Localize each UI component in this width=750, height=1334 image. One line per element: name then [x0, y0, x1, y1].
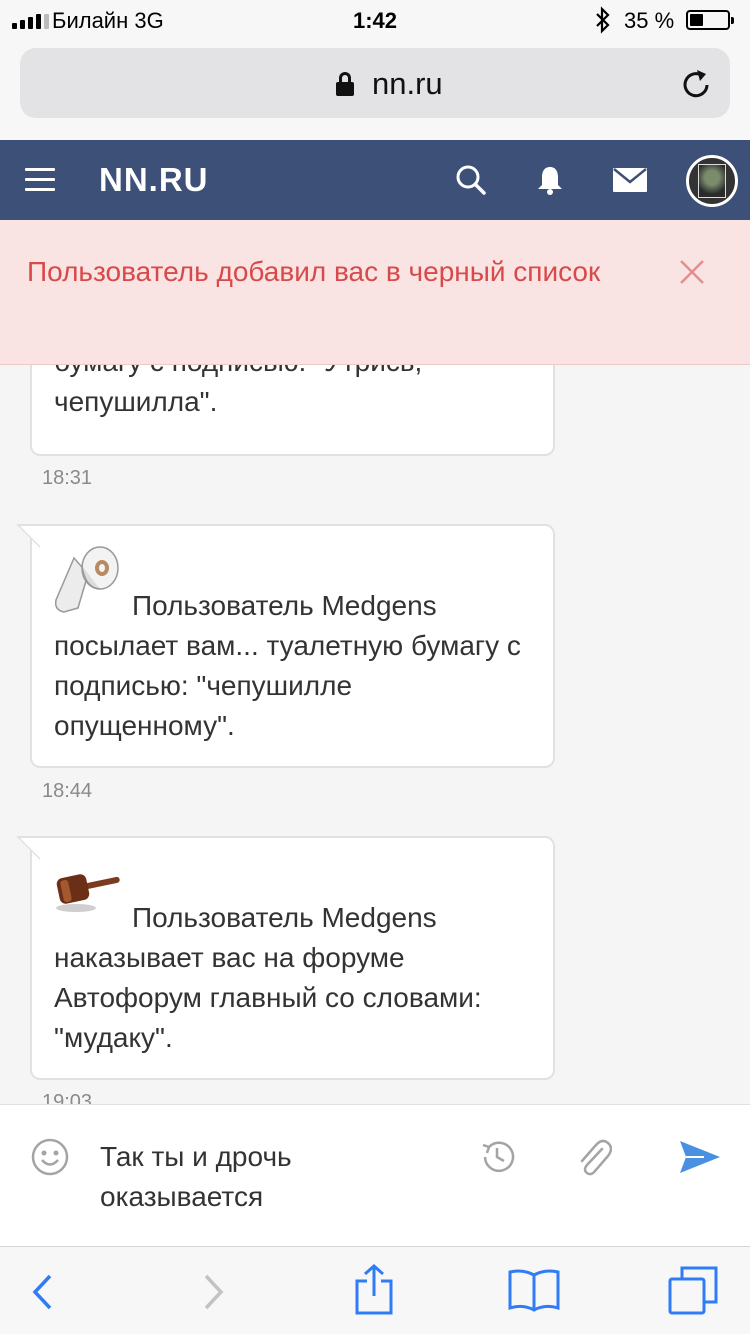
compose-bar: Так ты и дрочь оказывается [0, 1104, 750, 1246]
mail-icon[interactable] [612, 166, 648, 194]
lock-icon [336, 72, 354, 96]
bluetooth-icon [596, 6, 610, 34]
reload-icon[interactable] [680, 68, 714, 102]
forward-icon[interactable] [200, 1273, 226, 1311]
back-icon[interactable] [30, 1273, 56, 1311]
browser-toolbar [0, 1246, 750, 1334]
notice-text: Пользователь добавил вас в черный список [27, 256, 601, 287]
message-time: 19:03 [42, 1091, 93, 1104]
bookmarks-icon[interactable] [507, 1267, 561, 1313]
history-icon[interactable] [477, 1137, 517, 1177]
address-bar[interactable]: nn.ru [20, 48, 730, 118]
message-time: 18:31 [42, 467, 93, 489]
battery-cap [731, 17, 734, 24]
blacklist-notice: Пользователь добавил вас в черный список [0, 220, 750, 365]
site-logo[interactable]: NN.RU [99, 161, 209, 199]
avatar[interactable] [686, 155, 738, 207]
bubble-tail [20, 838, 40, 858]
site-header: NN.RU [0, 140, 750, 220]
message-bubble: Пользователь Medgens посылает вам... туа… [16, 524, 555, 768]
search-icon[interactable] [455, 164, 487, 196]
message-text: Пользователь Medgens наказывает вас на ф… [54, 902, 482, 1053]
tabs-icon[interactable] [667, 1265, 719, 1315]
send-icon[interactable] [678, 1139, 722, 1175]
battery-percent: 35 % [624, 8, 675, 33]
close-icon[interactable] [676, 256, 708, 288]
share-icon[interactable] [354, 1263, 394, 1315]
bubble-tail [20, 526, 40, 546]
message-text: Пользователь Medgens посылает вам... туа… [54, 590, 521, 741]
message-bubble: Пользователь Medgens наказывает вас на ф… [16, 836, 555, 1080]
address-domain: nn.ru [372, 66, 443, 101]
bell-icon[interactable] [534, 164, 566, 196]
paperclip-icon[interactable] [574, 1135, 612, 1177]
browser-chrome: nn.ru [0, 40, 750, 140]
message-input[interactable]: Так ты и дрочь оказывается [100, 1137, 460, 1217]
battery-icon [686, 10, 734, 30]
battery-level [690, 14, 703, 26]
menu-icon[interactable] [25, 168, 55, 192]
status-bar: Билайн 3G 1:42 35 % [0, 0, 750, 40]
emoji-icon[interactable] [31, 1138, 69, 1176]
message-time: 18:44 [42, 780, 93, 802]
